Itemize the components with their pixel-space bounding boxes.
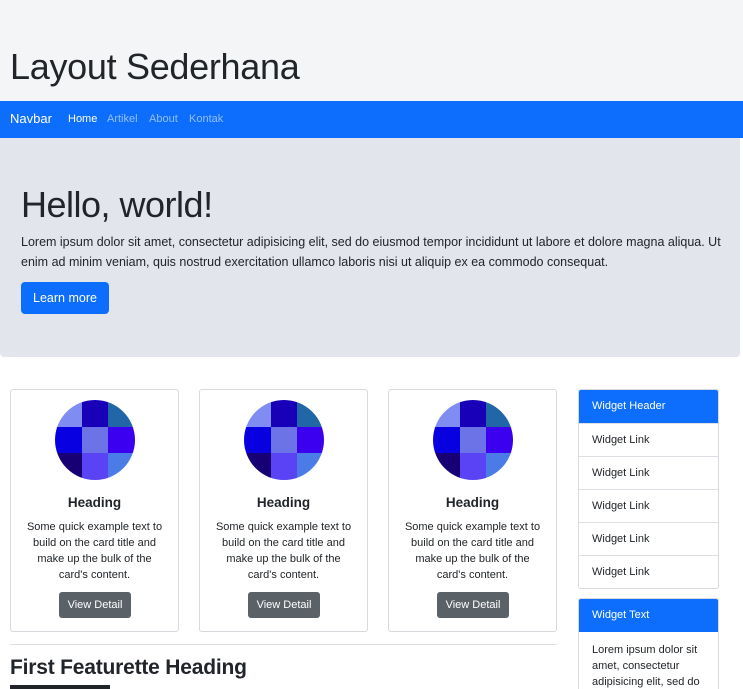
- jumbotron-text: Lorem ipsum dolor sit amet, consectetur …: [21, 235, 721, 269]
- view-detail-button[interactable]: View Detail: [59, 592, 131, 618]
- image-tile: [433, 426, 460, 454]
- image-tile: [244, 453, 271, 480]
- widget-link[interactable]: Widget Link: [579, 456, 718, 489]
- image-tile: [244, 426, 271, 454]
- widget-header: Widget Header: [579, 390, 718, 423]
- nav-item-about[interactable]: About: [149, 113, 178, 125]
- image-tile: [459, 453, 487, 480]
- image-tile: [433, 400, 460, 427]
- card-title: Heading: [67, 495, 122, 510]
- view-detail-button[interactable]: View Detail: [248, 592, 320, 618]
- site-header: Layout Sederhana: [0, 0, 743, 101]
- widget-link[interactable]: Widget Link: [579, 522, 718, 555]
- card-title: Heading: [445, 495, 500, 510]
- image-tile: [297, 426, 324, 454]
- card-text: Some quick example text to build on the …: [215, 521, 352, 581]
- card-title: Heading: [256, 495, 311, 510]
- image-tile: [81, 400, 109, 427]
- jumbotron: Hello, world! Lorem ipsum dolor sit amet…: [0, 138, 740, 357]
- card-text: Some quick example text to build on the …: [404, 521, 541, 581]
- image-tile: [81, 426, 109, 454]
- nav-item-kontak[interactable]: Kontak: [189, 113, 223, 125]
- image-tile: [55, 453, 82, 480]
- featurette-heading: First Featurette Heading: [10, 656, 247, 679]
- image-tile: [459, 426, 487, 454]
- navbar-brand[interactable]: Navbar: [10, 111, 52, 126]
- nav-item-artikel[interactable]: Artikel: [107, 113, 138, 125]
- widget-links: Widget Header Widget Link Widget Link Wi…: [578, 389, 719, 589]
- navbar: Navbar Home Artikel About Kontak: [0, 101, 743, 138]
- image-tile: [108, 453, 135, 480]
- image-tile: [486, 426, 513, 454]
- image-tile: [108, 400, 135, 427]
- divider: [10, 644, 557, 645]
- image-tile: [459, 400, 487, 427]
- featurette-underline: [10, 685, 110, 689]
- card-image: [55, 400, 135, 480]
- site-title: Layout Sederhana: [10, 46, 300, 87]
- image-tile: [55, 426, 82, 454]
- card: Heading Some quick example text to build…: [388, 389, 557, 632]
- card-image: [433, 400, 513, 480]
- nav-item-home[interactable]: Home: [68, 113, 97, 125]
- card: Heading Some quick example text to build…: [10, 389, 179, 632]
- image-tile: [270, 426, 298, 454]
- learn-more-button[interactable]: Learn more: [21, 282, 109, 314]
- image-tile: [55, 400, 82, 427]
- card-image: [244, 400, 324, 480]
- widget-text-header: Widget Text: [579, 599, 718, 632]
- view-detail-button[interactable]: View Detail: [437, 592, 509, 618]
- image-tile: [433, 453, 460, 480]
- image-tile: [270, 400, 298, 427]
- image-tile: [270, 453, 298, 480]
- widget-link[interactable]: Widget Link: [579, 555, 718, 588]
- image-tile: [486, 400, 513, 427]
- widget-link[interactable]: Widget Link: [579, 423, 718, 456]
- jumbotron-title: Hello, world!: [21, 184, 213, 225]
- image-tile: [108, 426, 135, 454]
- image-tile: [81, 453, 109, 480]
- widget-text-body: Lorem ipsum dolor sit amet, consectetur …: [592, 644, 700, 688]
- image-tile: [297, 453, 324, 480]
- image-tile: [297, 400, 324, 427]
- card-text: Some quick example text to build on the …: [26, 521, 163, 581]
- card: Heading Some quick example text to build…: [199, 389, 368, 632]
- image-tile: [486, 453, 513, 480]
- widget-link[interactable]: Widget Link: [579, 489, 718, 522]
- image-tile: [244, 400, 271, 427]
- widget-text: Widget Text Lorem ipsum dolor sit amet, …: [578, 598, 719, 689]
